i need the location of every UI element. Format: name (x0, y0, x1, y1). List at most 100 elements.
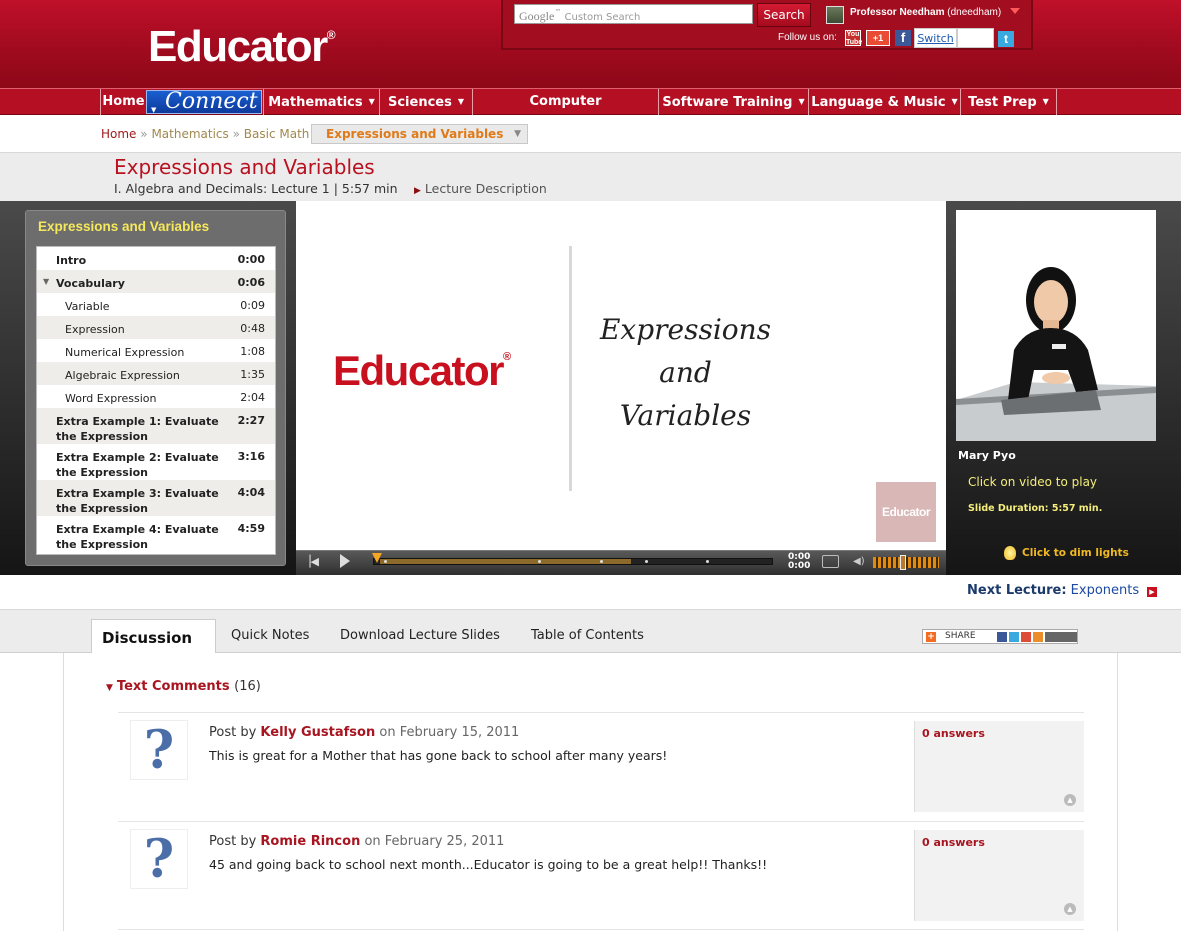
toc-item[interactable]: Extra Example 1: Evaluate the Expression… (37, 408, 275, 444)
toc-item[interactable]: Extra Example 3: Evaluate the Expression… (37, 480, 275, 516)
google-plus-icon[interactable]: +1 (866, 30, 890, 46)
next-arrow-icon[interactable]: ▶ (1147, 587, 1157, 597)
play-icon[interactable] (340, 554, 350, 568)
toc-subitem[interactable]: Expression 0:48 (37, 316, 275, 339)
user-handle: (dneedham) (947, 7, 1002, 18)
breadcrumb-lecture-select[interactable]: Expressions and Variables ▼ (311, 124, 528, 144)
post-author[interactable]: Kelly Gustafson (260, 725, 375, 740)
toc-item-time: 0:09 (240, 299, 265, 312)
answers-link[interactable]: 0 answers (922, 836, 985, 849)
caret-down-icon: ▼ (951, 97, 958, 106)
lecture-subtitle: I. Algebra and Decimals: Lecture 1 | 5:5… (114, 181, 398, 196)
caret-down-icon: ▼ (457, 97, 464, 106)
user-menu[interactable]: Professor Needham (dneedham) (850, 7, 1001, 18)
playhead-marker[interactable] (372, 553, 382, 563)
toc-item-label: Expression (65, 323, 125, 336)
next-lecture[interactable]: Next Lecture: Exponents (967, 583, 1139, 598)
nav-label: Sciences (387, 95, 452, 110)
nav-software-training[interactable]: Software Training ▼ (658, 89, 808, 115)
time-readout: 0:00 0:00 (788, 553, 810, 571)
toc-subitem[interactable]: Algebraic Expression 1:35 (37, 362, 275, 385)
caret-down-icon: ▼ (151, 106, 157, 114)
toc-list[interactable]: Intro 0:00 ▼ Vocabulary 0:06 Variable 0:09 E… (36, 246, 276, 555)
toc-item[interactable]: Extra Example 4: Evaluate the Expression… (37, 516, 275, 554)
facebook-icon[interactable]: f (895, 30, 911, 46)
tab-table-of-contents[interactable]: Table of Contents (531, 628, 644, 643)
nav-computer-programming[interactable]: Computer Programming ▼ (472, 89, 658, 136)
seek-chapter-dot[interactable] (384, 560, 387, 563)
nav-home[interactable]: Home (100, 89, 146, 115)
collapse-triangle-icon[interactable]: ▼ (43, 277, 49, 286)
nav-label: Language & Music (811, 95, 946, 110)
question-mark-avatar-icon: ? (130, 720, 188, 781)
seek-chapter-dot[interactable] (645, 560, 648, 563)
toc-item[interactable]: ▼ Vocabulary 0:06 (37, 270, 275, 293)
tab-discussion[interactable]: Discussion▼ (91, 619, 216, 662)
tab-download-slides[interactable]: Download Lecture Slides (340, 628, 500, 643)
toc-title: Expressions and Variables (38, 219, 210, 234)
nav-label: Mathematics (268, 95, 363, 110)
toc-item[interactable]: Extra Example 2: Evaluate the Expression… (37, 444, 275, 480)
text-comments-toggle[interactable]: ▼ Text Comments (16) (106, 679, 261, 694)
slide-logo-registered: ® (503, 351, 512, 363)
share-button[interactable]: + SHARE (922, 629, 1078, 644)
breadcrumb-mathematics[interactable]: Mathematics (151, 127, 228, 141)
answers-box: 0 answers ▲ (914, 830, 1084, 921)
breadcrumb-home[interactable]: Home (101, 127, 136, 141)
twitter-icon[interactable]: t (998, 31, 1014, 47)
toc-item-time: 2:04 (240, 391, 265, 404)
triangle-right-icon: ▶ (414, 186, 421, 196)
breadcrumb-current: Expressions and Variables (326, 127, 504, 141)
user-avatar[interactable] (826, 6, 844, 24)
nav-label: Software Training (662, 95, 793, 110)
toc-item-time: 0:48 (240, 322, 265, 335)
search-input[interactable]: Google™ Custom Search (514, 4, 753, 24)
next-lecture-title[interactable]: Exponents (1071, 583, 1139, 598)
post-body: This is great for a Mother that has gone… (209, 748, 668, 763)
nav-mathematics[interactable]: Mathematics ▼ (263, 89, 379, 115)
slide-title: Expressions and Variables (588, 308, 783, 437)
caret-down-icon: ▼ (1042, 97, 1049, 106)
toc-item[interactable]: Intro 0:00 (37, 247, 275, 270)
post-prefix: Post by (209, 834, 257, 849)
seek-chapter-dot[interactable] (538, 560, 541, 563)
nav-sciences[interactable]: Sciences ▼ (379, 89, 472, 115)
nav-language-music[interactable]: Language & Music ▼ (808, 89, 960, 115)
share-services-icon (997, 632, 1077, 642)
tab-quick-notes[interactable]: Quick Notes (231, 628, 309, 643)
lecture-description-link[interactable]: ▶ Lecture Description (414, 181, 547, 196)
instructor-video[interactable] (956, 210, 1156, 441)
toc-item-label: Extra Example 1: Evaluate the Expression (56, 415, 219, 443)
slide-logo-text: Educator (333, 347, 505, 394)
scroll-up-icon[interactable]: ▲ (1064, 794, 1076, 806)
slide-logo: Educator® (333, 347, 511, 395)
dim-lights-link[interactable]: Click to dim lights (1004, 547, 1129, 559)
slide-title-line: Variables (619, 399, 752, 432)
switch-link[interactable]: Switch (914, 28, 957, 48)
toc-subitem[interactable]: Numerical Expression 1:08 (37, 339, 275, 362)
site-logo[interactable]: Educator® (148, 22, 336, 72)
breadcrumb-basic-math[interactable]: Basic Math (244, 127, 310, 141)
nav-test-prep[interactable]: Test Prep ▼ (960, 89, 1057, 115)
toc-subitem[interactable]: Variable 0:09 (37, 293, 275, 316)
fullscreen-icon[interactable] (822, 555, 839, 568)
skip-back-icon[interactable]: ▕◀ (302, 555, 319, 568)
volume-icon[interactable]: ◀) (853, 556, 865, 567)
volume-slider[interactable] (873, 557, 939, 568)
youtube-icon[interactable]: You Tube (845, 30, 862, 46)
post-author[interactable]: Romie Rincon (260, 834, 360, 849)
search-button[interactable]: Search (757, 3, 811, 27)
breadcrumb-separator: » (232, 127, 240, 141)
toc-subitem[interactable]: Word Expression 2:04 (37, 385, 275, 408)
user-name: Professor Needham (850, 7, 945, 18)
scroll-up-icon[interactable]: ▲ (1064, 903, 1076, 915)
user-menu-caret-icon[interactable] (1010, 8, 1020, 14)
answers-link[interactable]: 0 answers (922, 727, 985, 740)
slide-divider (569, 246, 572, 491)
seek-chapter-dot[interactable] (706, 560, 709, 563)
volume-knob[interactable] (900, 555, 906, 570)
seek-chapter-dot[interactable] (600, 560, 603, 563)
switch-field[interactable] (957, 28, 994, 48)
logo-text: Educator (148, 22, 328, 71)
nav-connect[interactable]: ▼ Connect (146, 90, 262, 114)
